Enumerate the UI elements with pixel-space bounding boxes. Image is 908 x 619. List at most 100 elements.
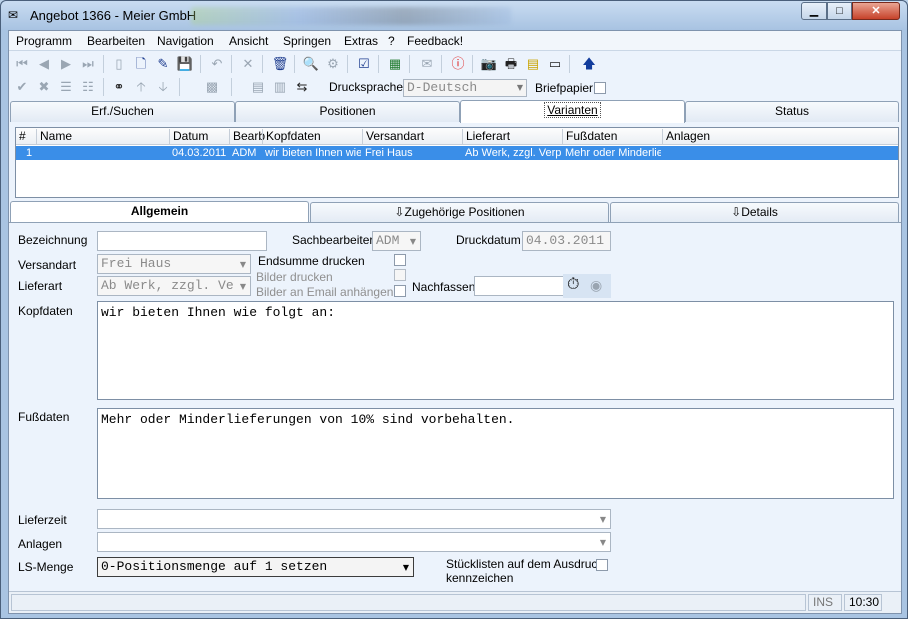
- minimize-button[interactable]: ▁: [801, 2, 827, 20]
- druckdatum-field[interactable]: 04.03.2011: [522, 231, 611, 251]
- toolbar-separator: [409, 55, 410, 73]
- print-icon[interactable]: 🖶: [502, 55, 520, 73]
- undo-icon[interactable]: ↶: [208, 55, 226, 73]
- tab-varianten[interactable]: Varianten: [460, 100, 685, 123]
- edit-icon[interactable]: ✎: [154, 55, 172, 73]
- tab-zugehoerige-positionen[interactable]: ⇩Zugehörige Positionen: [310, 202, 609, 223]
- trash-icon[interactable]: 🗑: [271, 55, 289, 73]
- nachfassen-input[interactable]: [474, 276, 564, 296]
- new-document-icon[interactable]: 🗋: [132, 55, 150, 73]
- varianten-grid[interactable]: # Name Datum Bearb Kopfdaten Versandart …: [15, 127, 899, 198]
- tab-positionen[interactable]: Positionen: [235, 101, 460, 122]
- uncheck-list-icon[interactable]: ☷: [79, 78, 97, 96]
- camera-icon[interactable]: 📷: [480, 55, 498, 73]
- column-header[interactable]: Versandart: [362, 129, 462, 144]
- move-down-icon[interactable]: 🡣: [154, 78, 172, 96]
- column-header[interactable]: Anlagen: [662, 129, 898, 144]
- transfer-icon[interactable]: ⇆: [293, 78, 311, 96]
- move-up-icon[interactable]: 🡡: [132, 78, 150, 96]
- lieferzeit-label: Lieferzeit: [18, 513, 67, 527]
- table-cell: Ab Werk, zzgl. Verp: [465, 147, 561, 159]
- ls-menge-label: LS-Menge: [18, 560, 74, 574]
- lieferart-select[interactable]: Ab Werk, zzgl. Ve ▼: [97, 276, 251, 296]
- cancel-icon[interactable]: ✖: [35, 78, 53, 96]
- last-record-icon[interactable]: ⏭: [79, 55, 97, 73]
- menu-ansicht[interactable]: Ansicht: [229, 34, 268, 48]
- bilder-email-checkbox[interactable]: [394, 285, 406, 297]
- endsumme-checkbox[interactable]: [394, 254, 406, 266]
- document-icon[interactable]: ▯: [110, 55, 128, 73]
- bezeichnung-input[interactable]: [97, 231, 267, 251]
- first-record-icon[interactable]: ⏮: [13, 55, 31, 73]
- ls-menge-select[interactable]: 0-Positionsmenge auf 1 setzen ▼: [97, 557, 414, 577]
- versandart-select[interactable]: Frei Haus ▼: [97, 254, 251, 274]
- column-header[interactable]: Name: [36, 129, 169, 144]
- druck-sprache-select[interactable]: D-Deutsch ▼: [403, 79, 527, 97]
- title-bar[interactable]: ✉ Angebot 1366 - Meier GmbH ▁ □ ✕: [1, 1, 907, 30]
- bilder-email-label: Bilder an Email anhängen: [256, 285, 394, 299]
- tab-status[interactable]: Status: [685, 101, 899, 122]
- column-header[interactable]: Datum: [169, 129, 229, 144]
- anlagen-select[interactable]: ▼: [97, 532, 611, 552]
- check-list-icon[interactable]: ☰: [57, 78, 75, 96]
- next-record-icon[interactable]: ▶: [57, 55, 75, 73]
- bilder-drucken-checkbox[interactable]: [394, 269, 406, 281]
- chevron-down-icon: ▼: [516, 83, 523, 92]
- table-cell: Frei Haus: [365, 147, 413, 159]
- filter-icon[interactable]: ⚙: [324, 55, 342, 73]
- note-icon[interactable]: ▤: [524, 55, 542, 73]
- top-tab-strip: Erf./Suchen Positionen Varianten Status: [9, 100, 901, 123]
- lieferzeit-select[interactable]: ▼: [97, 509, 611, 529]
- menu-programm[interactable]: Programm: [16, 34, 72, 48]
- toolbar-separator: [200, 55, 201, 73]
- eye-icon[interactable]: ◉: [590, 277, 602, 294]
- card-icon[interactable]: ▭: [546, 55, 564, 73]
- tab-erf-suchen[interactable]: Erf./Suchen: [10, 101, 235, 122]
- toolbar-separator: [294, 55, 295, 73]
- anlagen-label: Anlagen: [18, 537, 63, 551]
- grid-add-icon[interactable]: ▤: [249, 78, 267, 96]
- info-icon[interactable]: ⓘ: [449, 55, 467, 73]
- mail-icon[interactable]: ✉: [418, 55, 436, 73]
- stueckliste-checkbox[interactable]: [596, 559, 608, 571]
- column-header[interactable]: Lieferart: [462, 129, 562, 144]
- calc-icon[interactable]: ▩: [203, 78, 221, 96]
- checklist-icon[interactable]: ☑: [355, 55, 373, 73]
- close-button[interactable]: ✕: [852, 2, 900, 20]
- arrow-up-icon[interactable]: 🡅: [580, 55, 598, 73]
- table-row[interactable]: 1 04.03.2011 ADM wir bieten Ihnen wie Fr…: [16, 146, 898, 160]
- save-icon[interactable]: 💾: [176, 55, 194, 73]
- menu-feedback[interactable]: Feedback!: [407, 34, 463, 48]
- tab-allgemein[interactable]: Allgemein: [10, 201, 309, 224]
- column-header[interactable]: #: [16, 129, 36, 144]
- menu-navigation[interactable]: Navigation: [157, 34, 214, 48]
- prev-record-icon[interactable]: ◀: [35, 55, 53, 73]
- menu-bearbeiten[interactable]: Bearbeiten: [87, 34, 145, 48]
- druck-sprache-label: Drucksprache: [329, 80, 404, 94]
- glasses-icon[interactable]: ⚭: [110, 78, 128, 96]
- nachfassen-icons: ⏱ ◉: [563, 274, 611, 298]
- menu-springen[interactable]: Springen: [283, 34, 331, 48]
- excel-icon[interactable]: ▦: [386, 55, 404, 73]
- menu-extras[interactable]: Extras: [344, 34, 378, 48]
- tab-details[interactable]: ⇩Details: [610, 202, 899, 223]
- kopfdaten-textarea[interactable]: wir bieten Ihnen wie folgt an:: [97, 301, 894, 400]
- maximize-button[interactable]: □: [827, 2, 852, 20]
- clock-icon[interactable]: ⏱: [567, 276, 579, 294]
- column-header[interactable]: Fußdaten: [562, 129, 662, 144]
- tab-label: Erf./Suchen: [91, 104, 154, 118]
- lieferart-value: Ab Werk, zzgl. Ve: [101, 278, 234, 293]
- column-header[interactable]: Bearb: [229, 129, 265, 144]
- column-header[interactable]: Kopfdaten: [262, 129, 362, 144]
- lieferart-label: Lieferart: [18, 279, 63, 293]
- delete-icon[interactable]: ✕: [239, 55, 257, 73]
- fussdaten-label: Fußdaten: [18, 410, 70, 424]
- briefpapier-checkbox[interactable]: [594, 82, 606, 94]
- check-icon[interactable]: ✔: [13, 78, 31, 96]
- fussdaten-textarea[interactable]: Mehr oder Minderlieferungen von 10% sind…: [97, 408, 894, 499]
- table-cell: Mehr oder Minderlie: [565, 147, 661, 159]
- grid-delete-icon[interactable]: ▥: [271, 78, 289, 96]
- menu-help[interactable]: ?: [388, 34, 395, 48]
- sachbearbeiter-select[interactable]: ADM ▼: [372, 231, 421, 251]
- search-icon[interactable]: 🔍: [302, 55, 320, 73]
